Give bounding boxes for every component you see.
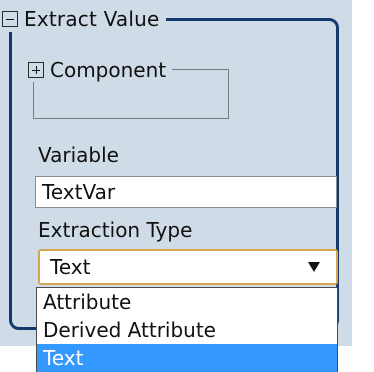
extraction-type-selected-value: Text	[50, 255, 91, 279]
extraction-type-select[interactable]: Text	[38, 249, 338, 285]
chevron-down-icon	[308, 262, 320, 272]
component-group-legend[interactable]: Component	[28, 58, 173, 82]
extract-value-group-legend[interactable]: Extract Value	[2, 6, 166, 32]
extraction-type-label: Extraction Type	[38, 218, 193, 242]
variable-input[interactable]: TextVar	[35, 176, 337, 208]
extract-value-title: Extract Value	[24, 7, 160, 31]
extraction-type-dropdown[interactable]: Attribute Derived Attribute Text	[36, 287, 338, 372]
collapse-minus-icon[interactable]	[2, 11, 18, 27]
expand-plus-icon[interactable]	[28, 62, 44, 78]
background-edge	[352, 0, 374, 372]
variable-label: Variable	[38, 143, 119, 167]
dropdown-option-derived-attribute[interactable]: Derived Attribute	[37, 316, 337, 344]
component-title: Component	[50, 58, 167, 82]
dropdown-option-attribute[interactable]: Attribute	[37, 288, 337, 316]
dropdown-option-text[interactable]: Text	[37, 344, 337, 372]
